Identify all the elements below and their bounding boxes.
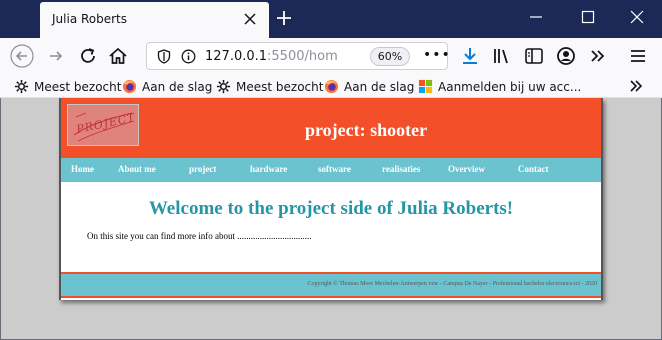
bookmark-label: Aanmelden bij uw acc... (438, 79, 582, 94)
tab-title: Julia Roberts (52, 12, 128, 26)
menu-item-home[interactable]: Home (71, 164, 94, 174)
bookmark-aanmelden[interactable]: Aanmelden bij uw acc... (418, 78, 581, 95)
windows-icon (418, 79, 433, 94)
menu-item-realisaties[interactable]: realisaties (382, 164, 420, 174)
window-close-icon[interactable] (629, 9, 645, 25)
menu-item-overview[interactable]: Overview (448, 164, 485, 174)
bookmark-label: Aan de slag (142, 79, 213, 94)
close-icon[interactable] (241, 10, 259, 28)
site-title: project: shooter (305, 120, 428, 140)
url-bar[interactable]: 127.0.0.1:5500/hom 60% ••• (146, 42, 451, 70)
overflow-chevron-icon[interactable] (586, 44, 610, 68)
web-content-area: PROJECT project: shooter Home About me p… (0, 98, 662, 340)
page-actions-icon[interactable]: ••• (423, 47, 451, 63)
bookmark-label: Aan de slag (344, 79, 415, 94)
url-host: 127.0.0.1 (205, 49, 268, 64)
navigation-bar: 127.0.0.1:5500/hom 60% ••• (0, 38, 662, 74)
site-header: PROJECT project: shooter (61, 98, 601, 158)
firefox-icon (122, 79, 137, 94)
bookmarks-toolbar: Meest bezocht Aan de slag Meest bezocht (0, 74, 662, 98)
intro-text: On this site you can find more info abou… (87, 231, 312, 241)
menu-item-contact[interactable]: Contact (518, 164, 549, 174)
hamburger-menu-icon[interactable] (626, 44, 650, 68)
site-page: PROJECT project: shooter Home About me p… (59, 98, 603, 300)
bookmark-label: Meest bezocht (34, 79, 122, 94)
reload-icon[interactable] (76, 44, 100, 68)
maximize-icon[interactable] (580, 9, 596, 25)
tab-bar: Julia Roberts (0, 0, 662, 38)
library-icon[interactable] (490, 44, 514, 68)
menu-item-project[interactable]: project (189, 164, 216, 174)
site-footer: Copyright © Thomas More Mechelen-Antwerp… (61, 274, 601, 296)
tab-julia-roberts[interactable]: Julia Roberts (40, 2, 269, 38)
minimize-icon[interactable] (528, 9, 544, 25)
home-icon[interactable] (106, 44, 130, 68)
url-path: :5500/hom (267, 49, 338, 64)
menu-item-about-me[interactable]: About me (118, 164, 156, 174)
new-tab-icon[interactable] (274, 8, 294, 28)
bookmark-aan-de-slag[interactable]: Aan de slag (324, 78, 414, 95)
menu-item-hardware[interactable]: hardware (250, 164, 287, 174)
bookmark-aan-de-slag[interactable]: Aan de slag (122, 78, 212, 95)
info-icon[interactable] (181, 49, 196, 64)
gear-icon (14, 79, 29, 94)
copyright-text: Copyright © Thomas More Mechelen-Antwerp… (307, 281, 597, 287)
project-logo[interactable]: PROJECT (67, 104, 139, 146)
sidebar-icon[interactable] (522, 44, 546, 68)
shield-icon[interactable] (157, 49, 171, 64)
bookmark-meest-bezocht[interactable]: Meest bezocht (14, 78, 121, 95)
gear-icon (216, 79, 231, 94)
forward-arrow-icon[interactable] (44, 44, 68, 68)
bookmark-label: Meest bezocht (236, 79, 324, 94)
download-icon[interactable] (458, 44, 482, 68)
firefox-icon (324, 79, 339, 94)
menu-item-software[interactable]: software (318, 164, 351, 174)
bookmarks-overflow-icon[interactable] (628, 79, 644, 93)
footer-bottom-border (61, 296, 601, 298)
site-menu: Home About me project hardware software … (61, 158, 601, 182)
zoom-level-badge[interactable]: 60% (370, 47, 410, 66)
welcome-heading: Welcome to the project side of Julia Rob… (148, 198, 514, 219)
url-text[interactable]: 127.0.0.1:5500/hom (205, 49, 345, 64)
back-arrow-icon[interactable] (10, 44, 34, 68)
browser-window: Julia Roberts 127.0.0.1:5500/hom 60% •••… (0, 0, 662, 340)
bookmark-meest-bezocht[interactable]: Meest bezocht (216, 78, 323, 95)
account-icon[interactable] (554, 44, 578, 68)
